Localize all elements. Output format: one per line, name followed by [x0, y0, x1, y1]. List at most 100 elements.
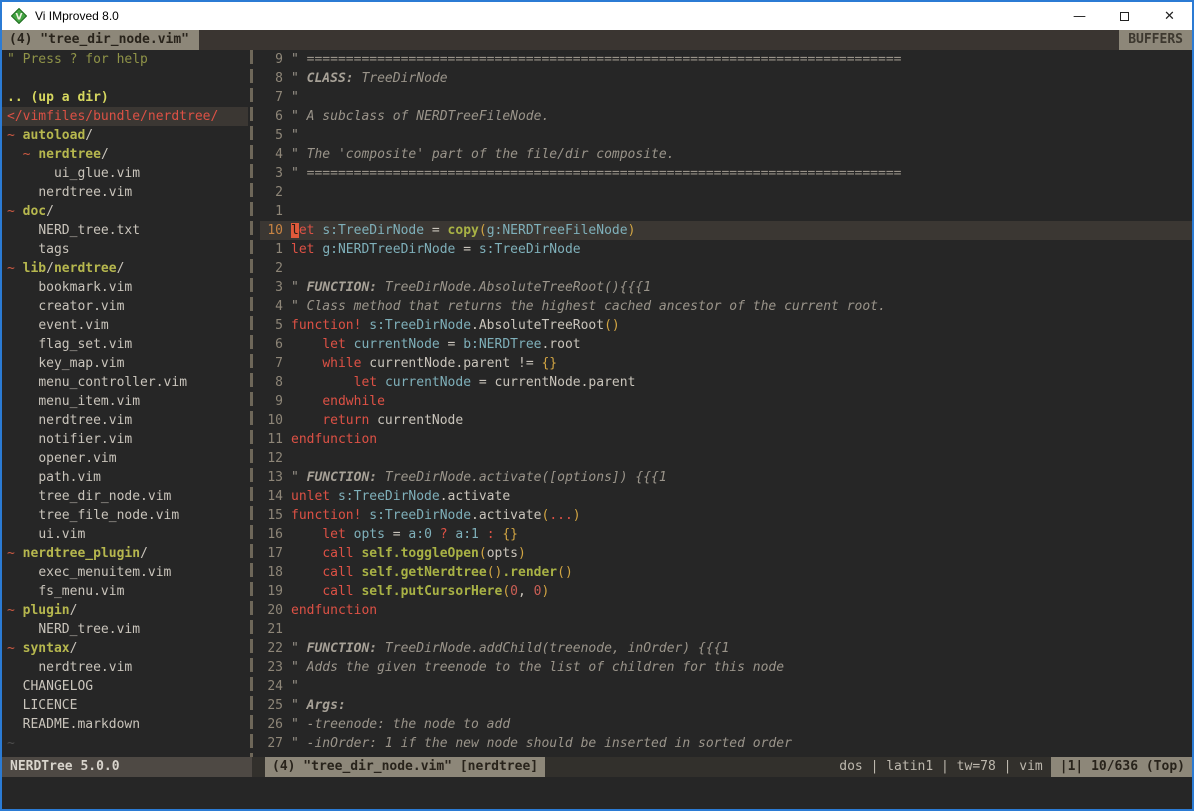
close-button[interactable]: ✕	[1147, 2, 1192, 30]
tree-item[interactable]: flag_set.vim	[2, 335, 248, 354]
line-text: " ======================================…	[291, 164, 1192, 183]
tree-item[interactable]: notifier.vim	[2, 430, 248, 449]
line-text: LICENCE	[7, 698, 77, 713]
tree-item[interactable]: ~ nerdtree/	[2, 145, 248, 164]
code-line[interactable]: 24"	[260, 677, 1192, 696]
code-line[interactable]: 26" -treenode: the node to add	[260, 715, 1192, 734]
code-line[interactable]: 5function! s:TreeDirNode.AbsoluteTreeRoo…	[260, 316, 1192, 335]
tree-item[interactable]: nerdtree.vim	[2, 658, 248, 677]
minimize-button[interactable]: —	[1057, 2, 1102, 30]
tree-item[interactable]: ~ plugin/	[2, 601, 248, 620]
tree-item[interactable]: tree_dir_node.vim	[2, 487, 248, 506]
tree-item[interactable]: </vimfiles/bundle/nerdtree/	[2, 107, 248, 126]
tree-item[interactable]: exec_menuitem.vim	[2, 563, 248, 582]
code-line[interactable]: 2	[260, 259, 1192, 278]
tree-item[interactable]: ~	[2, 734, 248, 753]
code-line[interactable]: 23" Adds the given treenode to the list …	[260, 658, 1192, 677]
code-line[interactable]: 4" Class method that returns the highest…	[260, 297, 1192, 316]
code-line[interactable]: 9 endwhile	[260, 392, 1192, 411]
text-run: doc	[23, 204, 46, 219]
tree-item[interactable]: nerdtree.vim	[2, 183, 248, 202]
tree-item[interactable]: NERD_tree.vim	[2, 620, 248, 639]
tree-item[interactable]: README.markdown	[2, 715, 248, 734]
tree-item[interactable]: CHANGELOG	[2, 677, 248, 696]
text-run: event.vim	[38, 318, 108, 333]
code-line[interactable]: 2	[260, 183, 1192, 202]
tree-item[interactable]: " Press ? for help	[2, 50, 248, 69]
text-run: ~	[7, 736, 15, 751]
tree-item[interactable]: menu_item.vim	[2, 392, 248, 411]
code-line[interactable]: 8 let currentNode = currentNode.parent	[260, 373, 1192, 392]
code-line[interactable]: 16 let opts = a:0 ? a:1 : {}	[260, 525, 1192, 544]
tree-item[interactable]: ~ nerdtree_plugin/	[2, 544, 248, 563]
code-line[interactable]: 4" The 'composite' part of the file/dir …	[260, 145, 1192, 164]
text-run: endwhile	[322, 394, 385, 409]
code-line[interactable]: 25" Args:	[260, 696, 1192, 715]
text-run: =	[424, 223, 447, 238]
text-run: ()	[487, 565, 503, 580]
code-line[interactable]: 9" =====================================…	[260, 50, 1192, 69]
code-line[interactable]: 14unlet s:TreeDirNode.activate	[260, 487, 1192, 506]
text-run: plugin	[23, 603, 70, 618]
code-line[interactable]: 19 call self.putCursorHere(0, 0)	[260, 582, 1192, 601]
line-text: key_map.vim	[7, 356, 124, 371]
tree-item[interactable]: creator.vim	[2, 297, 248, 316]
line-text: ~ lib/nerdtree/	[7, 261, 124, 276]
tree-item[interactable]	[2, 69, 248, 88]
code-line[interactable]: 7 while currentNode.parent != {}	[260, 354, 1192, 373]
code-line[interactable]: 10 return currentNode	[260, 411, 1192, 430]
text-run	[15, 603, 23, 618]
code-line[interactable]: 17 call self.toggleOpen(opts)	[260, 544, 1192, 563]
tree-item[interactable]: menu_controller.vim	[2, 373, 248, 392]
line-text: ~	[7, 736, 15, 751]
code-line[interactable]: 1	[260, 202, 1192, 221]
code-line[interactable]: 1let g:NERDTreeDirNode = s:TreeDirNode	[260, 240, 1192, 259]
tree-item[interactable]: ~ lib/nerdtree/	[2, 259, 248, 278]
tree-item[interactable]: path.vim	[2, 468, 248, 487]
text-run	[7, 147, 23, 162]
code-line[interactable]: 27" -inOrder: 1 if the new node should b…	[260, 734, 1192, 753]
maximize-button[interactable]	[1102, 2, 1147, 30]
tab-active-buffer[interactable]: (4) "tree_dir_node.vim"	[2, 30, 199, 50]
window-split-separator[interactable]	[248, 50, 260, 757]
line-text: " ======================================…	[291, 50, 1192, 69]
code-line[interactable]: 3" =====================================…	[260, 164, 1192, 183]
tree-item[interactable]: event.vim	[2, 316, 248, 335]
line-text: "	[291, 677, 1192, 696]
tree-item[interactable]: ui.vim	[2, 525, 248, 544]
tree-item[interactable]: LICENCE	[2, 696, 248, 715]
code-line[interactable]: 5"	[260, 126, 1192, 145]
code-line[interactable]: 6 let currentNode = b:NERDTree.root	[260, 335, 1192, 354]
code-line[interactable]: 21	[260, 620, 1192, 639]
tree-item[interactable]: key_map.vim	[2, 354, 248, 373]
code-line[interactable]: 12	[260, 449, 1192, 468]
code-line[interactable]: 15function! s:TreeDirNode.activate(...)	[260, 506, 1192, 525]
text-run	[479, 527, 487, 542]
code-line[interactable]: 8" CLASS: TreeDirNode	[260, 69, 1192, 88]
tree-item[interactable]: ~ syntax/	[2, 639, 248, 658]
tree-item[interactable]: tree_file_node.vim	[2, 506, 248, 525]
code-line[interactable]: 22" FUNCTION: TreeDirNode.addChild(treen…	[260, 639, 1192, 658]
tree-item[interactable]: .. (up a dir)	[2, 88, 248, 107]
tree-item[interactable]: tags	[2, 240, 248, 259]
line-text: call self.getNerdtree().render()	[291, 563, 1192, 582]
code-line[interactable]: 3" FUNCTION: TreeDirNode.AbsoluteTreeRoo…	[260, 278, 1192, 297]
tree-item[interactable]: opener.vim	[2, 449, 248, 468]
tree-item[interactable]: NERD_tree.txt	[2, 221, 248, 240]
tree-item[interactable]: bookmark.vim	[2, 278, 248, 297]
code-line[interactable]: 11endfunction	[260, 430, 1192, 449]
code-line[interactable]: 6" A subclass of NERDTreeFileNode.	[260, 107, 1192, 126]
code-line[interactable]: 7"	[260, 88, 1192, 107]
tree-item[interactable]: ~ autoload/	[2, 126, 248, 145]
text-run: s:TreeDirNode	[338, 489, 440, 504]
tree-item[interactable]: fs_menu.vim	[2, 582, 248, 601]
tree-item[interactable]: nerdtree.vim	[2, 411, 248, 430]
code-line[interactable]: 20endfunction	[260, 601, 1192, 620]
code-line[interactable]: 18 call self.getNerdtree().render()	[260, 563, 1192, 582]
code-line[interactable]: 13" FUNCTION: TreeDirNode.activate([opti…	[260, 468, 1192, 487]
code-line[interactable]: 10let s:TreeDirNode = copy(g:NERDTreeFil…	[260, 221, 1192, 240]
tree-item[interactable]: ui_glue.vim	[2, 164, 248, 183]
text-run: while	[322, 356, 361, 371]
tree-item[interactable]: ~ doc/	[2, 202, 248, 221]
command-line[interactable]	[2, 777, 1192, 809]
